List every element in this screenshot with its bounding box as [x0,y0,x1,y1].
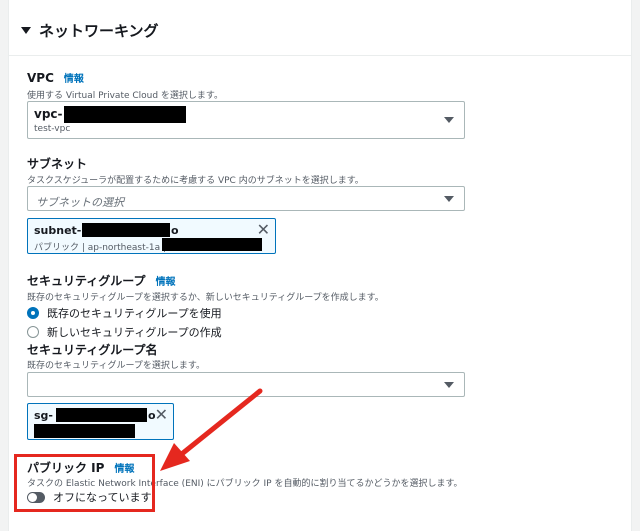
subnet-id-redaction [82,223,170,237]
sg-option-new[interactable]: 新しいセキュリティグループの作成 [27,324,222,340]
annotation-arrow-icon [160,388,263,471]
vpc-label: VPC [27,71,54,85]
chevron-down-icon [444,195,454,202]
vpc-select[interactable]: vpc- test-vpc [27,101,465,139]
subnet-select[interactable]: サブネットの選択 [27,186,465,211]
chevron-down-icon [444,117,454,123]
sg-option-existing-label: 既存のセキュリティグループを使用 [47,307,222,320]
header-divider [9,55,631,56]
subnet-placeholder: サブネットの選択 [36,196,124,209]
subnet-label: サブネット [27,157,88,171]
vpc-label-row: VPC 情報 [27,70,84,85]
annotation-highlight-box [14,454,155,512]
vpc-description: 使用する Virtual Private Cloud を選択します。 [27,91,224,101]
sg-id-redaction [56,408,147,422]
sg-description: 既存のセキュリティグループを選択するか、新しいセキュリティグループを作成します。 [27,293,384,303]
sg-name-description: 既存のセキュリティグループを選択します。 [27,361,206,371]
chevron-down-icon [444,381,454,388]
sg-option-new-label: 新しいセキュリティグループの作成 [47,326,222,339]
sg-label-row: セキュリティグループ 情報 [27,272,176,289]
vpc-name: test-vpc [34,124,71,134]
sg-option-existing[interactable]: 既存のセキュリティグループを使用 [27,305,222,321]
radio-selected-icon[interactable] [27,307,39,319]
sg-name-label: セキュリティグループ名 [27,343,158,357]
subnet-token-suffix: o [171,224,179,237]
caret-down-icon[interactable] [21,26,31,34]
networking-panel: ネットワーキング VPC 情報 使用する Virtual Private Clo… [8,0,632,531]
section-title: ネットワーキング [39,21,159,40]
subnet-token: subnet- o パブリック | ap-northeast-1a | ✕ [27,218,276,254]
sg-info-link[interactable]: 情報 [156,273,176,288]
vpc-id-redaction [64,106,186,123]
sg-detail-redaction [34,424,135,438]
subnet-token-detail: パブリック | ap-northeast-1a | [34,243,167,253]
sg-token-id: sg- [34,409,53,422]
sg-name-label-row: セキュリティグループ名 [27,341,158,358]
vpc-value: vpc- [34,107,63,121]
sg-label: セキュリティグループ [27,274,146,288]
remove-subnet-icon[interactable]: ✕ [257,221,270,239]
subnet-description: タスクスケジューラが配置するために考慮する VPC 内のサブネットを選択します。 [27,176,364,186]
radio-unselected-icon[interactable] [27,326,39,338]
section-header[interactable]: ネットワーキング [21,16,159,44]
subnet-detail-redaction [162,238,262,251]
subnet-label-row: サブネット [27,155,87,172]
vpc-info-link[interactable]: 情報 [64,70,84,85]
subnet-token-id: subnet- [34,224,82,237]
